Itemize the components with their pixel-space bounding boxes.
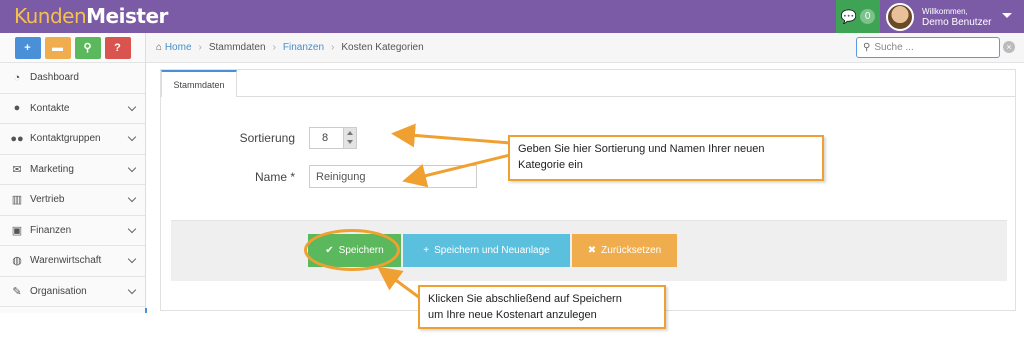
callout-line: Kategorie ein [518, 159, 583, 171]
callout-line: um Ihre neue Kostenart anzulegen [428, 309, 597, 321]
callout-form-hint: Geben Sie hier Sortierung und Namen Ihre… [508, 135, 824, 181]
callout-line: Klicken Sie abschließend auf Speichern [428, 293, 622, 305]
callout-line: Geben Sie hier Sortierung und Namen Ihre… [518, 143, 765, 155]
arrow-to-sortierung [391, 123, 511, 148]
arrow-to-name [402, 153, 511, 188]
save-highlight-ring [304, 229, 400, 271]
callout-save-hint: Klicken Sie abschließend auf Speichern u… [418, 285, 666, 329]
arrow-to-save [377, 266, 421, 300]
